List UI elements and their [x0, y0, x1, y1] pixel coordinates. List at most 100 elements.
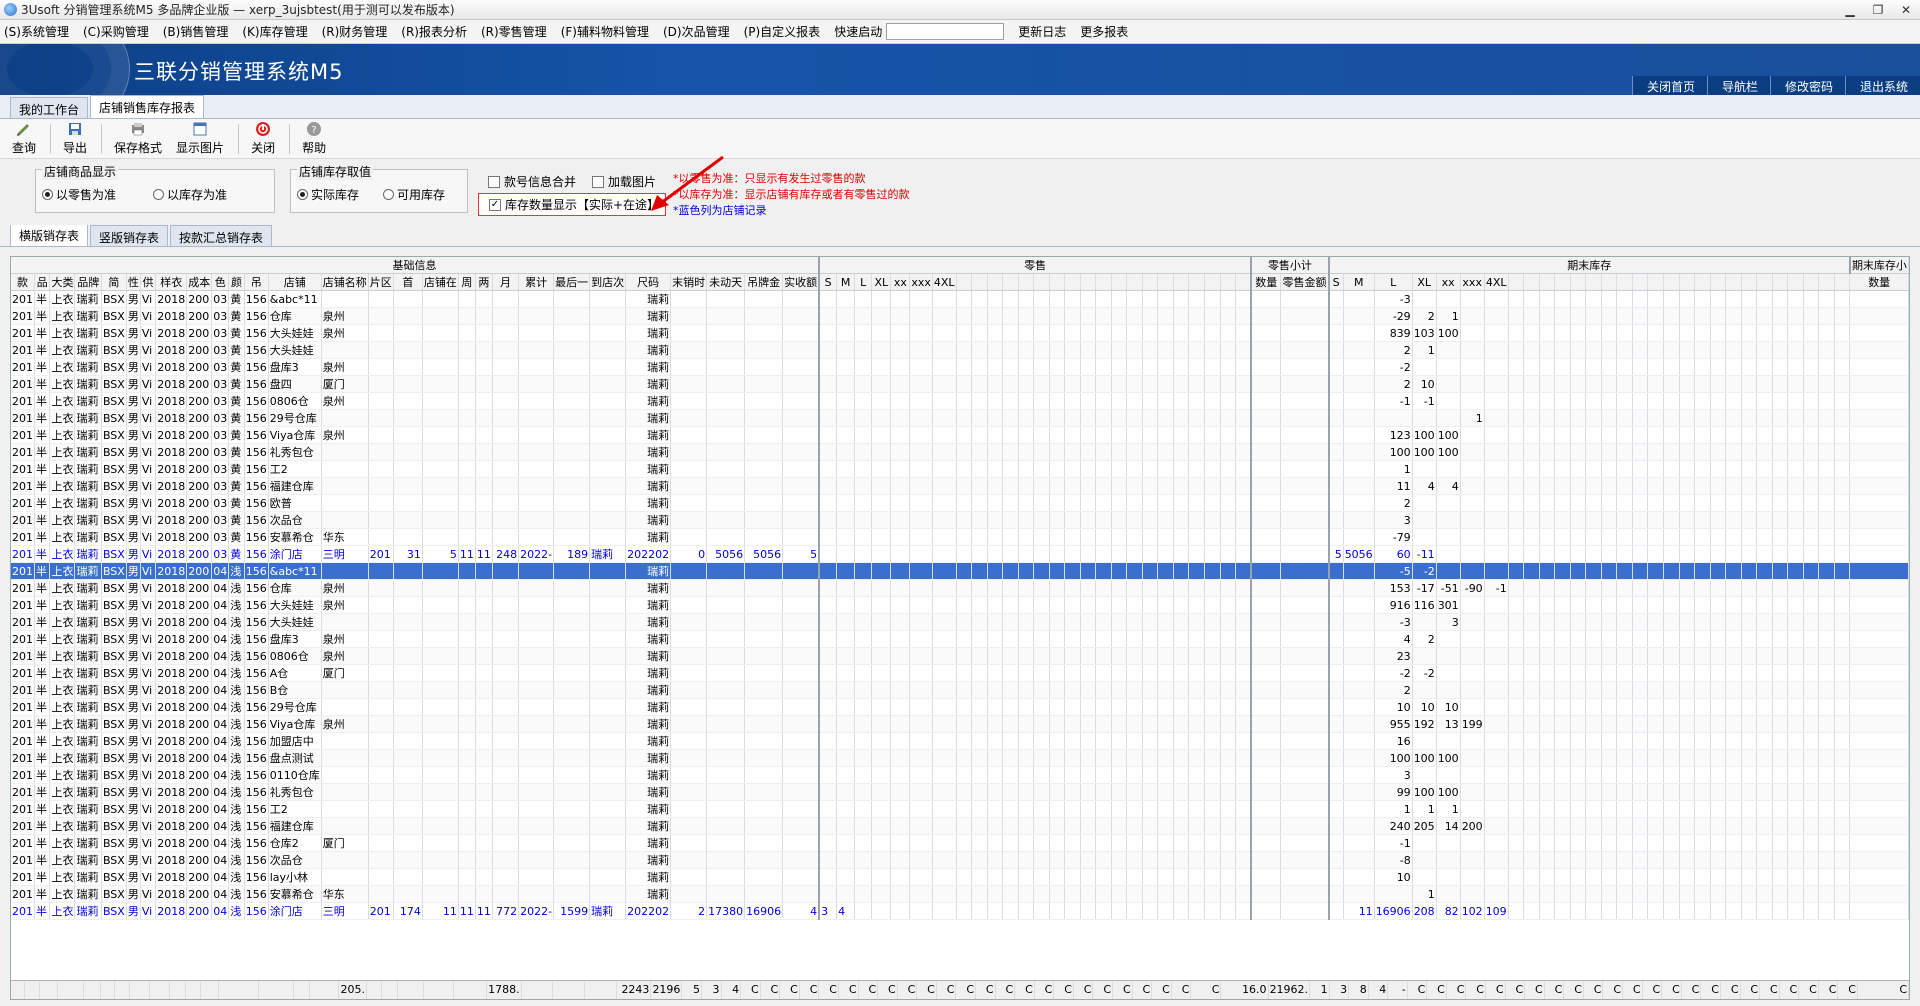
column-header[interactable]: [1204, 273, 1221, 291]
menu-finance[interactable]: (R)财务管理: [322, 23, 388, 40]
checkbox-load-image[interactable]: 加载图片: [592, 173, 656, 190]
table-row[interactable]: 201 半上衣 瑞莉 BSX 男 Vi 2018 200 03 黄 156 礼秀包仓 瑞莉 100 100 1…: [11, 443, 1909, 461]
table-row[interactable]: 201 半上衣 瑞莉 BSX 男 Vi 2018 200 03 黄 156 次品仓 瑞莉 3: [11, 511, 1909, 529]
table-row[interactable]: 201 半上衣 瑞莉 BSX 男 Vi 2018 200 03 黄 156 &abc*11 瑞莉 -3: [11, 290, 1909, 308]
column-header[interactable]: [1803, 273, 1820, 291]
export-button[interactable]: 导出: [63, 121, 87, 156]
restore-icon[interactable]: ❐: [1864, 3, 1892, 17]
column-header[interactable]: [1756, 273, 1773, 291]
column-header[interactable]: L: [1374, 273, 1413, 291]
column-header[interactable]: [1126, 273, 1143, 291]
table-row[interactable]: 201 半上衣 瑞莉 BSX 男 Vi 2018 200 04 浅 156 次品仓 瑞莉 -8: [11, 851, 1909, 869]
column-header[interactable]: [1741, 273, 1758, 291]
table-row[interactable]: 201 半上衣 瑞莉 BSX 男 Vi 2018 200 03 黄 156 盘四 厦门 瑞莉 2 10: [11, 375, 1909, 393]
column-header[interactable]: [971, 273, 988, 291]
column-header[interactable]: 样衣: [155, 273, 188, 291]
column-header[interactable]: 数量: [1251, 273, 1282, 291]
menu-materials[interactable]: (F)辅料物料管理: [561, 23, 649, 40]
menu-retail[interactable]: (R)零售管理: [481, 23, 547, 40]
column-header[interactable]: [1787, 273, 1804, 291]
radio-available-stock[interactable]: 可用库存: [383, 186, 445, 203]
column-header[interactable]: [1663, 273, 1680, 291]
radio-by-retail[interactable]: 以零售为准: [42, 186, 116, 203]
column-header[interactable]: xxx: [909, 273, 933, 291]
column-header[interactable]: 月: [492, 273, 520, 291]
table-row[interactable]: 201 半上衣 瑞莉 BSX 男 Vi 2018 200 04 浅 156 大头娃娃 泉州 瑞莉 916 11…: [11, 596, 1909, 614]
column-header[interactable]: [1033, 273, 1050, 291]
table-row[interactable]: 201 半上衣 瑞莉 BSX 男 Vi 2018 200 04 浅 156 礼秀包仓 瑞莉 99 100 10…: [11, 783, 1909, 801]
column-header[interactable]: [1095, 273, 1112, 291]
table-row[interactable]: 201 半上衣 瑞莉 BSX 男 Vi 2018 200 03 黄 156 盘库3 泉州 瑞莉 -2: [11, 358, 1909, 376]
column-header[interactable]: 颜: [228, 273, 245, 291]
table-row[interactable]: 201 半上衣 瑞莉 BSX 男 Vi 2018 200 03 黄 156 29号仓库 瑞莉 1: [11, 409, 1909, 427]
table-row[interactable]: 201 半上衣 瑞莉 BSX 男 Vi 2018 200 03 黄 156 仓库 泉州 瑞莉 -29 2 1: [11, 307, 1909, 325]
table-row[interactable]: 201 半上衣 瑞莉 BSX 男 Vi 2018 200 03 黄 156 工2 瑞莉 1: [11, 460, 1909, 478]
nav-navigation[interactable]: 导航栏: [1706, 76, 1770, 95]
column-header[interactable]: [1142, 273, 1159, 291]
table-row[interactable]: 201 半上衣 瑞莉 BSX 男 Vi 2018 200 04 浅 156 29号仓库 瑞莉 10 10 10: [11, 698, 1909, 716]
column-header[interactable]: [1772, 273, 1789, 291]
column-header[interactable]: [1508, 273, 1525, 291]
column-header[interactable]: 性: [126, 273, 141, 291]
column-header[interactable]: xx: [1436, 273, 1461, 291]
column-header[interactable]: [1018, 273, 1035, 291]
table-row[interactable]: 201 半上衣 瑞莉 BSX 男 Vi 2018 200 04 浅 156 大头娃娃 瑞莉 -3 3: [11, 613, 1909, 631]
table-row[interactable]: 201 半上衣 瑞莉 BSX 男 Vi 2018 200 04 浅 156 0806仓 泉州 瑞莉 23: [11, 647, 1909, 665]
column-header[interactable]: [1173, 273, 1190, 291]
column-header[interactable]: [1188, 273, 1206, 291]
column-header[interactable]: [1111, 273, 1128, 291]
table-row[interactable]: 201 半上衣 瑞莉 BSX 男 Vi 2018 200 04 浅 156 仓库2 厦门 瑞莉 -1: [11, 834, 1909, 852]
column-header[interactable]: M: [1343, 273, 1375, 291]
column-header[interactable]: 4XL: [932, 273, 957, 291]
column-header[interactable]: [1049, 273, 1066, 291]
table-row[interactable]: 201 半上衣 瑞莉 BSX 男 Vi 2018 200 03 黄 156 Viya仓库 泉州 瑞莉 123…: [11, 426, 1909, 444]
tab-vertical[interactable]: 竖版销存表: [90, 225, 169, 246]
column-header[interactable]: 片区: [368, 273, 394, 291]
column-header[interactable]: 末销时: [670, 273, 708, 291]
tab-workbench[interactable]: 我的工作台: [10, 97, 89, 118]
column-header[interactable]: [1585, 273, 1602, 291]
column-header[interactable]: [1570, 273, 1587, 291]
column-header[interactable]: [1647, 273, 1664, 291]
column-header[interactable]: L: [854, 273, 873, 291]
table-row[interactable]: 201 半上衣 瑞莉 BSX 男 Vi 2018 200 04 浅 156 工2 瑞莉 1 1 1: [11, 800, 1909, 818]
checkbox-merge-style[interactable]: 款号信息合并: [488, 173, 576, 190]
table-row[interactable]: 201 半上衣 瑞莉 BSX 男 Vi 2018 200 03 黄 156 欧普 瑞莉 2: [11, 494, 1909, 512]
table-row[interactable]: 201 半上衣 瑞莉 BSX 男 Vi 2018 200 04 浅 156 仓库 泉州 瑞莉 153 -17-…: [11, 579, 1909, 597]
column-header[interactable]: xx: [890, 273, 911, 291]
column-header[interactable]: [987, 273, 1004, 291]
radio-actual-stock[interactable]: 实际库存: [297, 186, 359, 203]
column-header[interactable]: XL: [871, 273, 892, 291]
column-header[interactable]: 店铺: [268, 273, 322, 291]
column-header[interactable]: S: [1328, 273, 1344, 291]
column-header[interactable]: 两: [475, 273, 493, 291]
table-row[interactable]: 201 半上衣 瑞莉 BSX 男 Vi 2018 200 04 浅 156 &abc*11 瑞莉 -5 -2: [11, 562, 1909, 580]
menu-defect[interactable]: (D)次品管理: [663, 23, 730, 40]
column-header[interactable]: 品: [34, 273, 51, 291]
table-row[interactable]: 201 半上衣 瑞莉 BSX 男 Vi 2018 200 04 浅 156 A仓 厦门 瑞莉 -2 -2: [11, 664, 1909, 682]
column-header[interactable]: 简: [101, 273, 127, 291]
minimize-icon[interactable]: ▁: [1836, 3, 1864, 17]
column-header[interactable]: [1064, 273, 1081, 291]
table-row[interactable]: 201 半上衣 瑞莉 BSX 男 Vi 2018 200 03 黄 156 安慕希仓 华东 瑞莉 -79: [11, 528, 1909, 546]
menu-stock[interactable]: (K)库存管理: [242, 23, 307, 40]
column-header[interactable]: [1725, 273, 1742, 291]
column-header[interactable]: [1679, 273, 1696, 291]
menu-purchase[interactable]: (C)采购管理: [83, 23, 149, 40]
column-header[interactable]: [1554, 273, 1571, 291]
column-header[interactable]: 吊: [244, 273, 269, 291]
column-header[interactable]: 最后一: [553, 273, 591, 291]
column-header[interactable]: [1523, 273, 1540, 291]
table-row[interactable]: 201 半上衣 瑞莉 BSX 男 Vi 2018 200 03 黄 156 福建仓库 瑞莉 11 4 4: [11, 477, 1909, 495]
close-button[interactable]: 关闭: [251, 121, 275, 156]
column-header[interactable]: 数量: [1849, 273, 1909, 291]
column-header[interactable]: [1235, 273, 1253, 291]
table-row[interactable]: 201 半上衣 瑞莉 BSX 男 Vi 2018 200 03 黄 156 涂门店 三明 201 31 5 11…: [11, 545, 1909, 563]
data-grid[interactable]: 基础信息 零售 零售小计 期末库存 期末库存小款品大类 品牌简性供样衣 成本色颜吊店铺 店铺名…: [10, 256, 1910, 1000]
column-header[interactable]: 供: [140, 273, 157, 291]
show-image-button[interactable]: 显示图片: [176, 121, 224, 156]
table-row[interactable]: 201 半上衣 瑞莉 BSX 男 Vi 2018 200 04 浅 156 盘库3 泉州 瑞莉 4 2: [11, 630, 1909, 648]
help-button[interactable]: ? 帮助: [302, 121, 326, 156]
column-header[interactable]: 色: [211, 273, 230, 291]
column-header[interactable]: 店铺在: [422, 273, 459, 291]
